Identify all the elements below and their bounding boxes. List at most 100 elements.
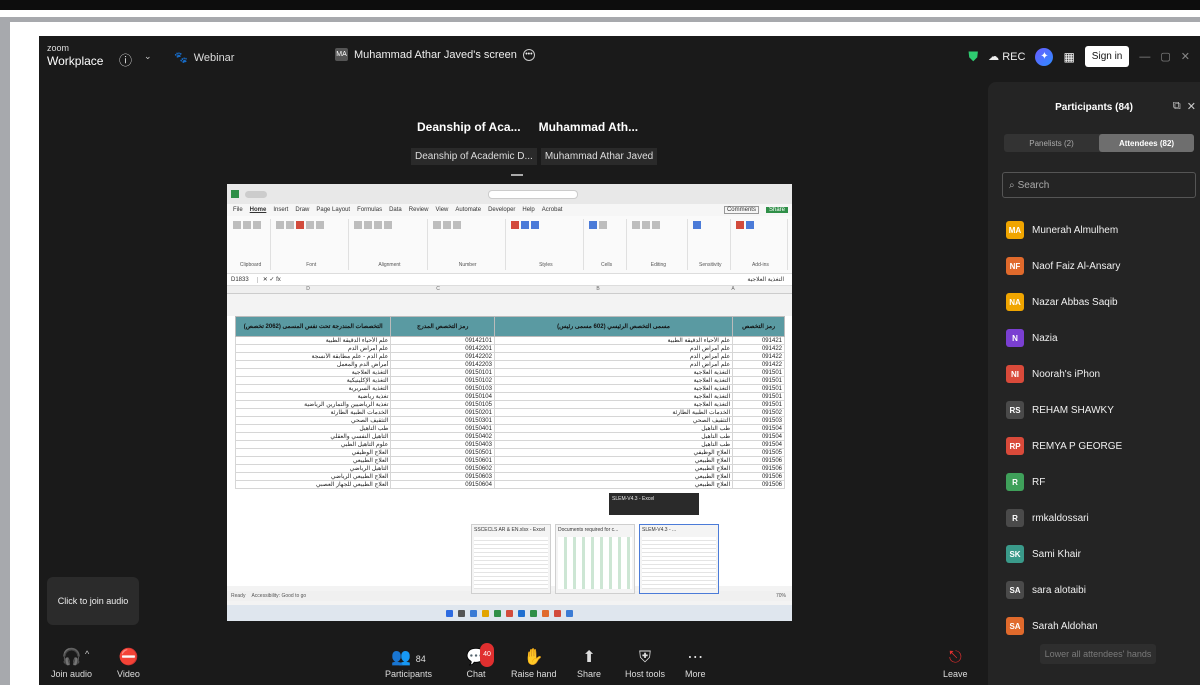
tab-attendees[interactable]: Attendees (82) <box>1099 134 1194 152</box>
info-icon[interactable]: ⓘ <box>119 50 132 69</box>
ribbon-group: Add-ins <box>734 219 789 270</box>
attendee-row[interactable]: RP REMYA P GEORGE <box>1006 428 1196 464</box>
menu-view: View <box>435 207 449 213</box>
apps-icon[interactable]: ▦ <box>1063 50 1074 64</box>
search-icon: ⌕ <box>1009 179 1015 191</box>
fx-icon: ✕ ✓ fx <box>262 277 281 283</box>
table-cell: 091422 <box>732 360 785 369</box>
attendee-row[interactable]: SA Sarah Aldohan <box>1006 608 1196 644</box>
leave-button[interactable]: ⎋ Leave <box>943 647 968 679</box>
ai-companion-icon[interactable]: ✦ <box>1035 47 1054 66</box>
formula-value: التغذية العلاجية <box>747 277 784 283</box>
minimize-icon[interactable]: — <box>1139 51 1150 63</box>
security-shield-icon[interactable]: ⛊ <box>968 49 978 65</box>
table-row: التغذية الإكلينيكية 09150102 التغذية العلا… <box>234 376 785 385</box>
host-tools-button[interactable]: ⛨ Host tools <box>625 647 665 679</box>
lower-hands-button[interactable]: Lower all attendees' hands <box>1040 644 1156 664</box>
video-button[interactable]: ⛔ Video <box>117 647 140 679</box>
excel-menu: File Home Insert Draw Page Layout Formul… <box>227 204 792 216</box>
attendee-name: Naof Faiz Al-Ansary <box>1032 260 1121 272</box>
record-button[interactable]: ☁ REC <box>988 50 1025 63</box>
attendee-name: Nazia <box>1032 332 1058 344</box>
status-zoom: 70% <box>775 593 786 599</box>
table-cell: طب التأهيل <box>234 424 392 433</box>
table-cell: 091422 <box>732 344 785 353</box>
tile-name-2: Muhammad Ath... <box>538 120 639 134</box>
avatar: MA <box>1006 221 1024 239</box>
table-row: علم أمراض الدم 09142201 علم أمراض الدم 0914… <box>234 344 785 353</box>
table-row: طب التأهيل 09150401 طب التأهيل 091504 <box>234 424 785 433</box>
attendee-row[interactable]: RS REHAM SHAWKY <box>1006 392 1196 428</box>
maximize-icon[interactable]: ▢ <box>1160 50 1170 63</box>
headphones-icon: 🎧 <box>61 649 82 666</box>
attendee-name: Sarah Aldohan <box>1032 620 1098 632</box>
panel-close-icon[interactable]: ✕ <box>1187 100 1196 113</box>
zoom-window: zoom Workplace ⓘ ⌄ 🐾 Webinar MA Muhammad… <box>39 36 1200 685</box>
table-row: العلاج الوظيفي 09150501 العلاج الوظيفي 0915… <box>234 448 785 457</box>
table-cell: 09150101 <box>390 368 495 377</box>
raise-hand-button[interactable]: ✋ Raise hand <box>511 647 557 679</box>
attendee-name: rmkaldossari <box>1032 512 1089 524</box>
close-icon[interactable]: ✕ <box>1181 50 1190 63</box>
table-cell: 09150403 <box>390 440 495 449</box>
table-cell: علوم التأهيل الطبي <box>234 440 392 449</box>
table-cell: 09150105 <box>390 400 495 409</box>
attendee-row[interactable]: MA Munerah Almulhem <box>1006 212 1196 248</box>
table-cell: 09150401 <box>390 424 495 433</box>
attendee-row[interactable]: SA sara alotaibi <box>1006 572 1196 608</box>
attendee-row[interactable]: NI Noorah's iPhon <box>1006 356 1196 392</box>
table-cell: العلاج الطبيعي الرياضي <box>234 472 392 481</box>
table-cell: 09150102 <box>390 376 495 385</box>
attendee-row[interactable]: N Nazia <box>1006 320 1196 356</box>
table-cell: 091504 <box>732 440 785 449</box>
attendee-row[interactable]: NF Naof Faiz Al-Ansary <box>1006 248 1196 284</box>
table-cell: 091503 <box>732 416 785 425</box>
table-row: علوم التأهيل الطبي 09150403 طب التأهيل 0915… <box>234 440 785 449</box>
screen-share-pill[interactable]: MA Muhammad Athar Javed's screen ••• <box>335 48 535 61</box>
table-cell: 091506 <box>732 472 785 481</box>
tile-label-1[interactable]: Deanship of Academic D... <box>411 148 537 165</box>
participant-search-input[interactable]: ⌕ Search <box>1002 172 1196 198</box>
attendee-row[interactable]: NA Nazar Abbas Saqib <box>1006 284 1196 320</box>
table-cell: 09150501 <box>390 448 495 457</box>
attendee-row[interactable]: SK Sami Khair <box>1006 536 1196 572</box>
table-cell: علم الدم - علم مطابقة الأنسجة <box>234 352 392 361</box>
menu-home: Home <box>249 207 267 213</box>
sign-in-button[interactable]: Sign in <box>1084 46 1130 67</box>
table-cell: 091504 <box>732 424 785 433</box>
thumbnail: SSCECLS AR & EN.xlsx - Excel <box>471 524 551 594</box>
table-cell: 091506 <box>732 464 785 473</box>
participants-button[interactable]: 👥 84 Participants <box>385 647 432 679</box>
audio-options-caret[interactable]: ^ <box>85 649 89 659</box>
table-cell: 09142203 <box>390 360 495 369</box>
share-button[interactable]: ⬆ Share <box>577 647 601 679</box>
more-options-icon[interactable]: ••• <box>522 48 535 61</box>
table-cell: 09150604 <box>390 480 495 489</box>
screen-owner-label: Muhammad Athar Javed's screen <box>354 48 517 61</box>
popout-icon[interactable]: ⧉ <box>1173 100 1181 113</box>
attendee-row[interactable]: R RF <box>1006 464 1196 500</box>
chevron-down-icon[interactable]: ⌄ <box>144 51 152 62</box>
table-row: أمراض الدم والمعمل 09142203 علم أمراض الدم… <box>234 360 785 369</box>
leave-icon: ⎋ <box>948 649 962 666</box>
drag-handle[interactable] <box>511 174 523 176</box>
hand-icon: ✋ <box>523 649 544 666</box>
menu-insert: Insert <box>273 207 289 213</box>
webinar-indicator[interactable]: 🐾 Webinar <box>174 51 234 65</box>
table-cell: طب التأهيل <box>493 440 734 449</box>
tab-panelists[interactable]: Panelists (2) <box>1004 134 1099 152</box>
participants-panel: Participants (84) ⧉ ✕ Panelists (2) Atte… <box>988 82 1200 685</box>
paw-icon: 🐾 <box>174 52 188 64</box>
more-button[interactable]: ⋯ More <box>685 647 706 679</box>
table-cell: أمراض الدم والمعمل <box>234 360 392 369</box>
attendee-row[interactable]: Rrmkaldossari <box>1006 500 1196 536</box>
rec-label: REC <box>1002 51 1026 63</box>
chat-button[interactable]: 💬 40 Chat <box>466 643 494 679</box>
table-cell: 09150601 <box>390 456 495 465</box>
panel-title: Participants (84) <box>1055 102 1133 113</box>
formula-bar: D1833 ✕ ✓ fx التغذية العلاجية <box>227 274 792 286</box>
table-cell: 091502 <box>732 408 785 417</box>
tile-label-2[interactable]: Muhammad Athar Javed <box>540 148 658 165</box>
chat-badge: 40 <box>480 643 494 667</box>
join-audio-tooltip[interactable]: Click to join audio <box>47 577 139 625</box>
